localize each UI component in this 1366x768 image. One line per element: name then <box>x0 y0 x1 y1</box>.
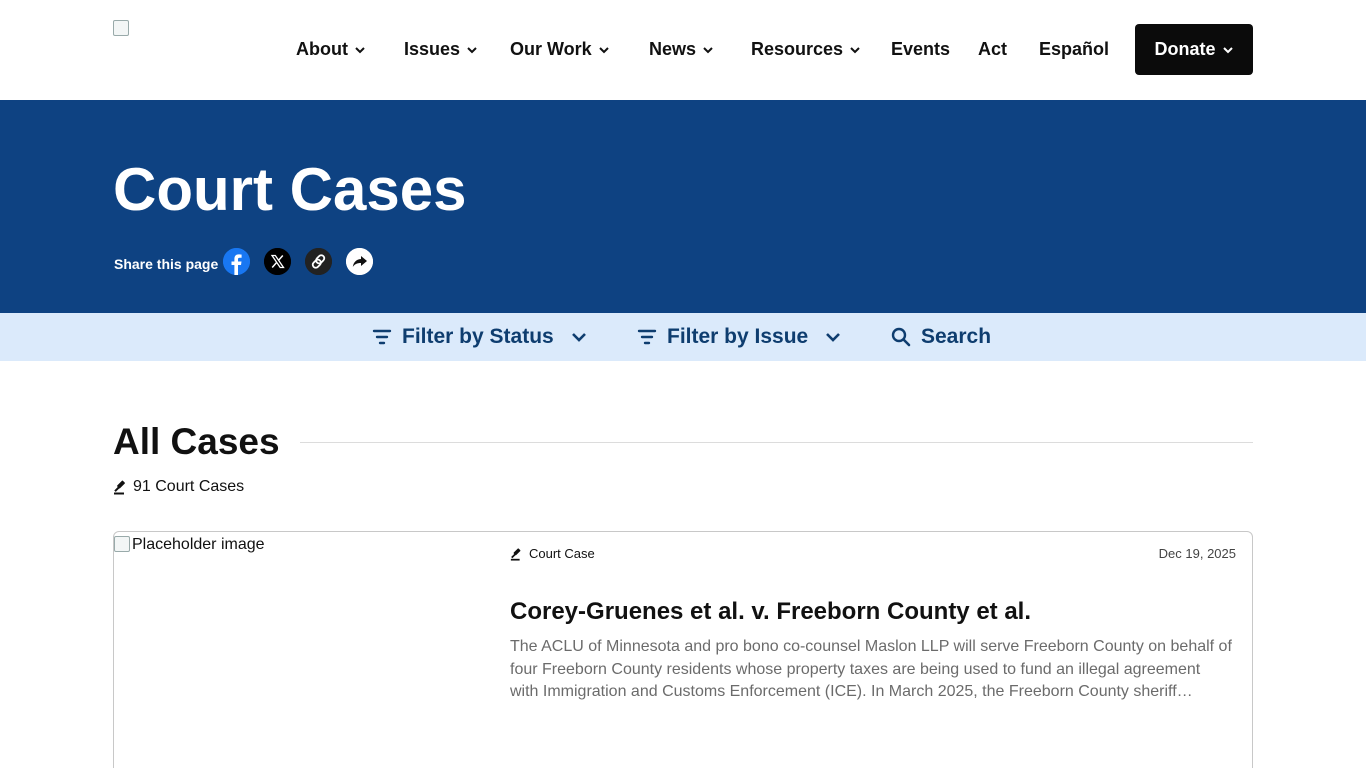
filter-by-status-button[interactable]: Filter by Status <box>372 313 588 361</box>
nav-item-events[interactable]: Events <box>891 24 950 75</box>
nav-item-label: Events <box>891 39 951 59</box>
x-icon <box>264 248 291 275</box>
case-image: Placeholder image <box>114 532 494 768</box>
case-card[interactable]: Placeholder image Court Case Dec 19, 202… <box>113 531 1253 768</box>
filter-issue-label: Filter by Issue <box>667 325 809 348</box>
site-logo[interactable] <box>113 20 129 36</box>
case-date: Dec 19, 2025 <box>1158 546 1236 561</box>
case-count: 91 Court Cases <box>113 478 244 496</box>
case-image-alt: Placeholder image <box>132 536 265 553</box>
chevron-down-icon <box>850 46 860 53</box>
nav-item-act[interactable]: Act <box>978 24 1007 75</box>
search-icon <box>891 327 911 347</box>
chevron-down-icon <box>703 46 713 53</box>
filter-icon <box>637 329 657 345</box>
filter-status-label: Filter by Status <box>402 325 554 348</box>
share-facebook-button[interactable] <box>223 248 250 275</box>
search-label: Search <box>921 325 992 348</box>
nav-item-label: Our Work <box>510 39 592 59</box>
chevron-down-icon <box>355 46 365 53</box>
nav-item-label: Issues <box>404 39 461 59</box>
chevron-down-icon <box>826 333 841 342</box>
case-title[interactable]: Corey-Gruenes et al. v. Freeborn County … <box>510 598 1031 626</box>
chevron-down-icon <box>571 333 586 342</box>
nav-item-label: About <box>296 39 348 59</box>
nav-item-our-work[interactable]: Our Work <box>510 24 610 75</box>
nav-item-about[interactable]: About <box>296 24 366 75</box>
broken-image-icon <box>113 20 129 36</box>
filter-icon <box>372 329 392 345</box>
nav-item-label: Resources <box>751 39 844 59</box>
section-title: All Cases <box>113 421 280 462</box>
case-type-label: Court Case <box>529 546 595 561</box>
nav-item-espanol[interactable]: Español <box>1039 24 1109 75</box>
share-arrow-icon <box>346 248 373 275</box>
share-button[interactable] <box>346 248 373 275</box>
nav-item-label: News <box>649 39 697 59</box>
gavel-icon <box>510 547 521 561</box>
section-divider <box>300 442 1253 443</box>
filter-by-issue-button[interactable]: Filter by Issue <box>637 313 842 361</box>
nav-item-label: Act <box>978 39 1008 59</box>
nav-item-news[interactable]: News <box>649 24 714 75</box>
search-button[interactable]: Search <box>891 313 991 361</box>
share-x-button[interactable] <box>264 248 291 275</box>
page-hero: Court Cases Share this page <box>0 100 1366 313</box>
page-title: Court Cases <box>113 156 467 223</box>
chevron-down-icon <box>598 46 609 53</box>
chevron-down-icon <box>467 46 477 53</box>
site-header: About Issues Our Work News Resources Eve… <box>0 0 1366 100</box>
nav-item-resources[interactable]: Resources <box>751 24 861 75</box>
facebook-icon <box>223 248 250 275</box>
gavel-icon <box>114 480 125 495</box>
case-type: Court Case <box>510 546 595 561</box>
link-icon <box>305 248 332 275</box>
donate-button[interactable]: Donate <box>1135 24 1253 75</box>
case-count-text: 91 Court Cases <box>133 478 245 495</box>
filter-bar: Filter by Status Filter by Issue Search <box>0 313 1366 361</box>
copy-link-button[interactable] <box>305 248 332 275</box>
case-description: The ACLU of Minnesota and pro bono co-co… <box>510 638 1232 700</box>
donate-label: Donate <box>1154 39 1216 59</box>
chevron-down-icon <box>1222 46 1233 53</box>
broken-image-icon <box>114 536 130 552</box>
share-label: Share this page <box>114 256 219 272</box>
nav-item-issues[interactable]: Issues <box>404 24 478 75</box>
nav-item-label: Español <box>1039 39 1110 59</box>
